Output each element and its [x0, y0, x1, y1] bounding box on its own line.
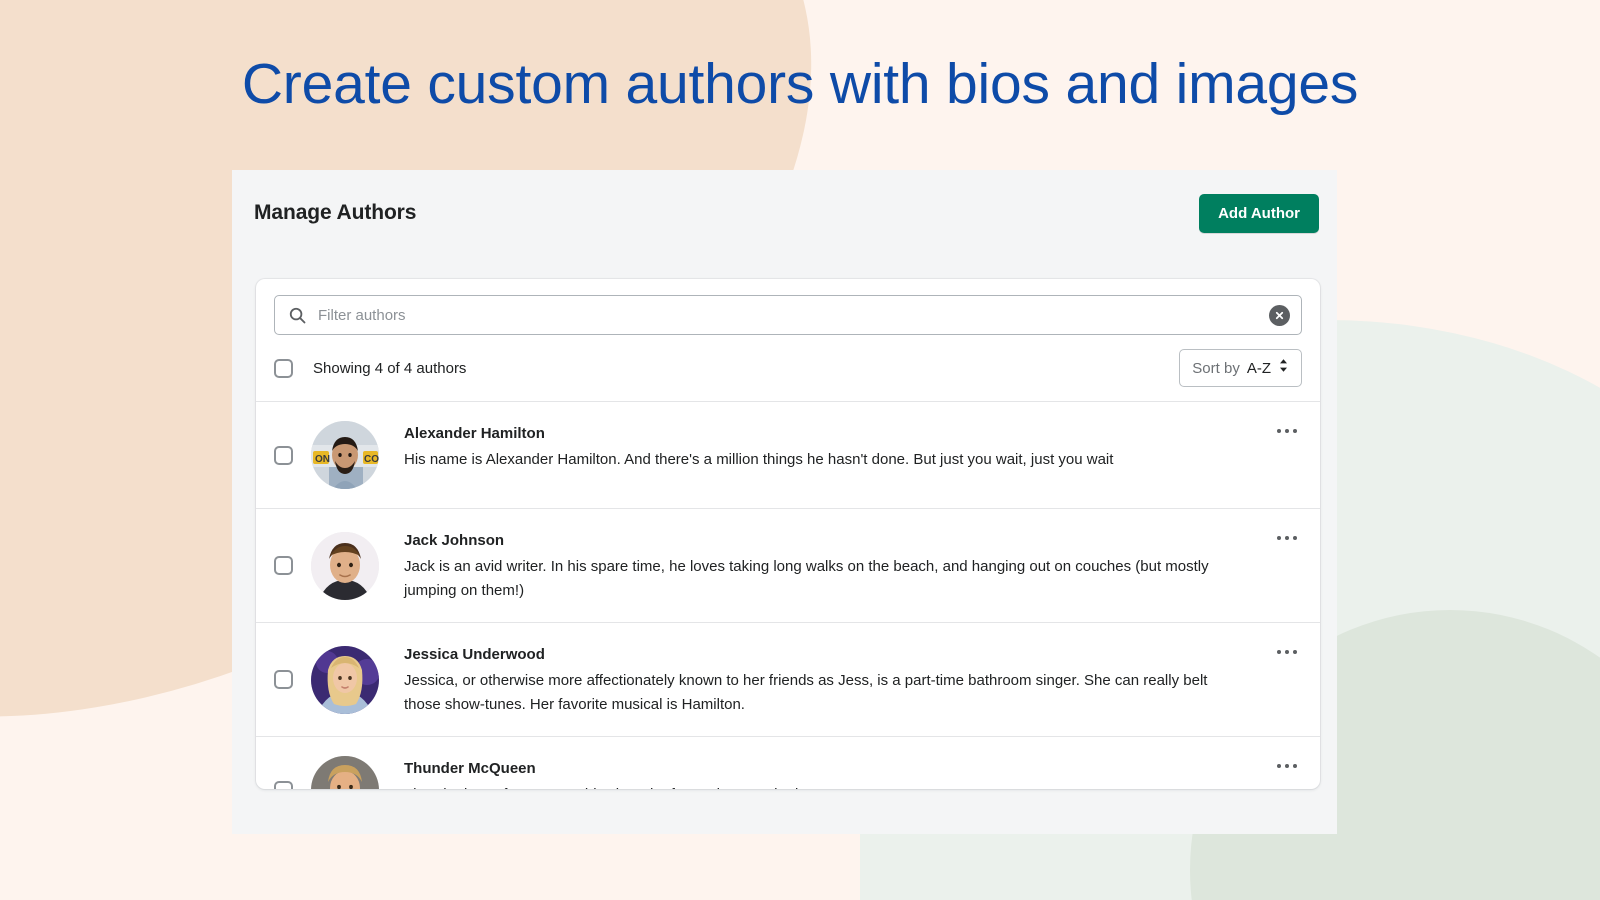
ellipsis-horizontal-icon[interactable]: [1270, 523, 1304, 553]
author-info: Jack Johnson Jack is an avid writer. In …: [379, 528, 1302, 603]
author-bio: His name is Alexander Hamilton. And ther…: [404, 451, 1114, 468]
author-name: Alexander Hamilton: [404, 425, 545, 442]
row-checkbox[interactable]: [274, 556, 293, 575]
chevron-up-down-icon: [1278, 358, 1289, 378]
svg-text:CO: CO: [364, 454, 379, 465]
table-row[interactable]: Jack Johnson Jack is an avid writer. In …: [256, 509, 1320, 623]
manage-authors-card: Manage Authors Add Author Filter authors…: [232, 170, 1337, 834]
search-input[interactable]: [307, 306, 1269, 324]
row-checkbox-cell: [274, 528, 311, 603]
avatar: ON CO: [311, 421, 379, 489]
ellipsis-horizontal-icon[interactable]: [1270, 637, 1304, 667]
author-name: Jessica Underwood: [404, 646, 545, 663]
avatar: [311, 645, 379, 714]
avatar: [311, 756, 379, 789]
page-headline: Create custom authors with bios and imag…: [241, 52, 1359, 116]
ellipsis-horizontal-icon[interactable]: [1270, 416, 1304, 446]
author-name: Jack Johnson: [404, 532, 505, 549]
avatar: [311, 531, 379, 600]
author-bio: Jack is an avid writer. In his spare tim…: [404, 558, 1209, 599]
row-checkbox[interactable]: [274, 780, 293, 789]
author-name: Thunder McQueen: [404, 760, 536, 777]
author-info: Thunder McQueen Thunder loves fast cars.…: [379, 756, 1302, 789]
row-checkbox[interactable]: [274, 445, 293, 465]
row-checkbox-cell: [274, 756, 311, 789]
author-info: Alexander Hamilton His name is Alexander…: [379, 421, 1302, 472]
sort-value: A-Z: [1246, 359, 1271, 377]
row-checkbox-cell: [274, 421, 311, 489]
showing-count-label: Showing 4 of 4 authors: [313, 359, 467, 377]
sort-label: Sort by: [1192, 359, 1240, 377]
search-box[interactable]: [274, 295, 1302, 335]
row-checkbox-cell: [274, 642, 311, 717]
table-row[interactable]: Thunder McQueen Thunder loves fast cars.…: [256, 737, 1320, 789]
select-all-checkbox[interactable]: [274, 358, 293, 378]
add-author-button[interactable]: Add Author: [1199, 193, 1319, 233]
search-icon: [288, 306, 307, 325]
list-toolbar: Showing 4 of 4 authors Sort by A-Z: [256, 335, 1320, 402]
svg-text:ON: ON: [315, 454, 330, 465]
page-title: Manage Authors: [254, 201, 417, 224]
author-info: Jessica Underwood Jessica, or otherwise …: [379, 642, 1302, 717]
card-header: Manage Authors Add Author: [232, 170, 1337, 256]
close-circle-icon[interactable]: [1269, 304, 1290, 326]
search-section: [256, 279, 1320, 335]
sort-select[interactable]: Sort by A-Z: [1179, 349, 1302, 387]
table-row[interactable]: Jessica Underwood Jessica, or otherwise …: [256, 623, 1320, 737]
author-bio: Jessica, or otherwise more affectionatel…: [404, 672, 1208, 713]
table-row[interactable]: ON CO Alexander Hamilton His name is Ale…: [256, 402, 1320, 509]
author-bio: Thunder loves fast cars. In his view, th…: [404, 783, 1242, 789]
ellipsis-horizontal-icon[interactable]: [1270, 751, 1304, 781]
authors-list-card: Showing 4 of 4 authors Sort by A-Z: [256, 279, 1320, 789]
toolbar-left-group: Showing 4 of 4 authors: [274, 358, 467, 378]
row-checkbox[interactable]: [274, 670, 293, 689]
